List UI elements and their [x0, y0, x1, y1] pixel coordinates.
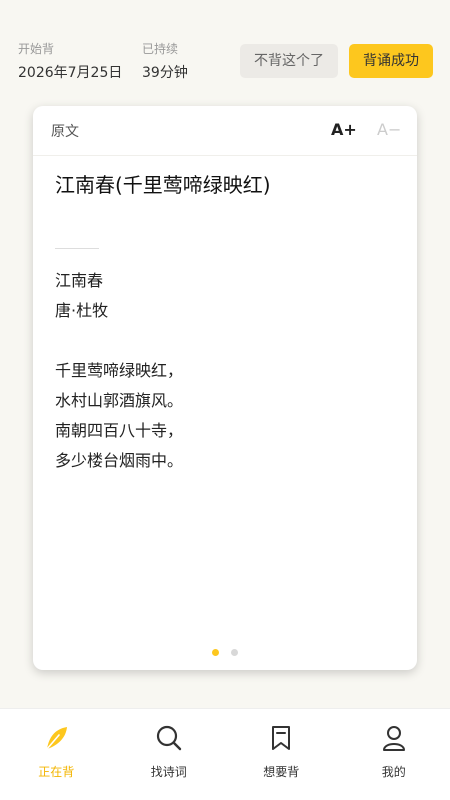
poem-name: 江南春: [55, 271, 104, 290]
recite-success-button[interactable]: 背诵成功: [349, 44, 433, 78]
duration-value: 39分钟: [142, 65, 188, 81]
poem-meta: 江南春 唐·杜牧: [55, 266, 108, 326]
app-screen: 开始背 2026年7月25日 已持续 39分钟 不背这个了 背诵成功 原文 A+…: [0, 0, 450, 800]
quit-button[interactable]: 不背这个了: [240, 44, 338, 78]
nav-item-wishlist[interactable]: 想要背: [225, 709, 338, 800]
poem-line: 水村山郭酒旗风。: [55, 391, 184, 410]
page-dot-active[interactable]: [212, 649, 219, 656]
nav-item-reciting[interactable]: 正在背: [0, 709, 113, 800]
start-date-label: 开始背: [18, 42, 55, 56]
poem-body: 千里莺啼绿映红， 水村山郭酒旗风。 南朝四百八十寺， 多少楼台烟雨中。: [55, 356, 183, 476]
search-icon: [154, 723, 184, 757]
start-date-value: 2026年7月25日: [18, 65, 123, 81]
nav-item-search[interactable]: 找诗词: [113, 709, 226, 800]
user-icon: [379, 723, 409, 757]
page-dot[interactable]: [231, 649, 238, 656]
bottom-nav: 正在背 找诗词 想要背 我的: [0, 708, 450, 800]
page-indicator: [33, 649, 417, 656]
original-text-tab[interactable]: 原文: [51, 121, 79, 141]
poem-author: 唐·杜牧: [55, 301, 109, 320]
font-decrease-button[interactable]: A−: [377, 120, 401, 139]
bookmark-icon: [266, 723, 296, 757]
feather-icon: [41, 723, 71, 757]
nav-label: 找诗词: [150, 765, 187, 779]
divider: [55, 248, 99, 249]
nav-label: 正在背: [38, 765, 75, 779]
nav-label: 我的: [381, 765, 406, 779]
duration-label: 已持续: [142, 42, 179, 56]
nav-label: 想要背: [263, 765, 300, 779]
card-header: 原文 A+ A−: [33, 106, 417, 156]
start-date-stat: 开始背 2026年7月25日: [18, 42, 122, 82]
status-header: 开始背 2026年7月25日 已持续 39分钟 不背这个了 背诵成功: [0, 0, 450, 100]
poem-card[interactable]: 原文 A+ A− 江南春(千里莺啼绿映红) 江南春 唐·杜牧 千里莺啼绿映红， …: [33, 106, 417, 670]
poem-line: 多少楼台烟雨中。: [55, 451, 184, 470]
poem-line: 南朝四百八十寺，: [55, 421, 184, 440]
poem-title: 江南春(千里莺啼绿映红): [55, 173, 271, 197]
poem-line: 千里莺啼绿映红，: [55, 361, 184, 380]
duration-stat: 已持续 39分钟: [142, 42, 188, 82]
nav-item-profile[interactable]: 我的: [338, 709, 450, 800]
font-increase-button[interactable]: A+: [331, 120, 357, 139]
